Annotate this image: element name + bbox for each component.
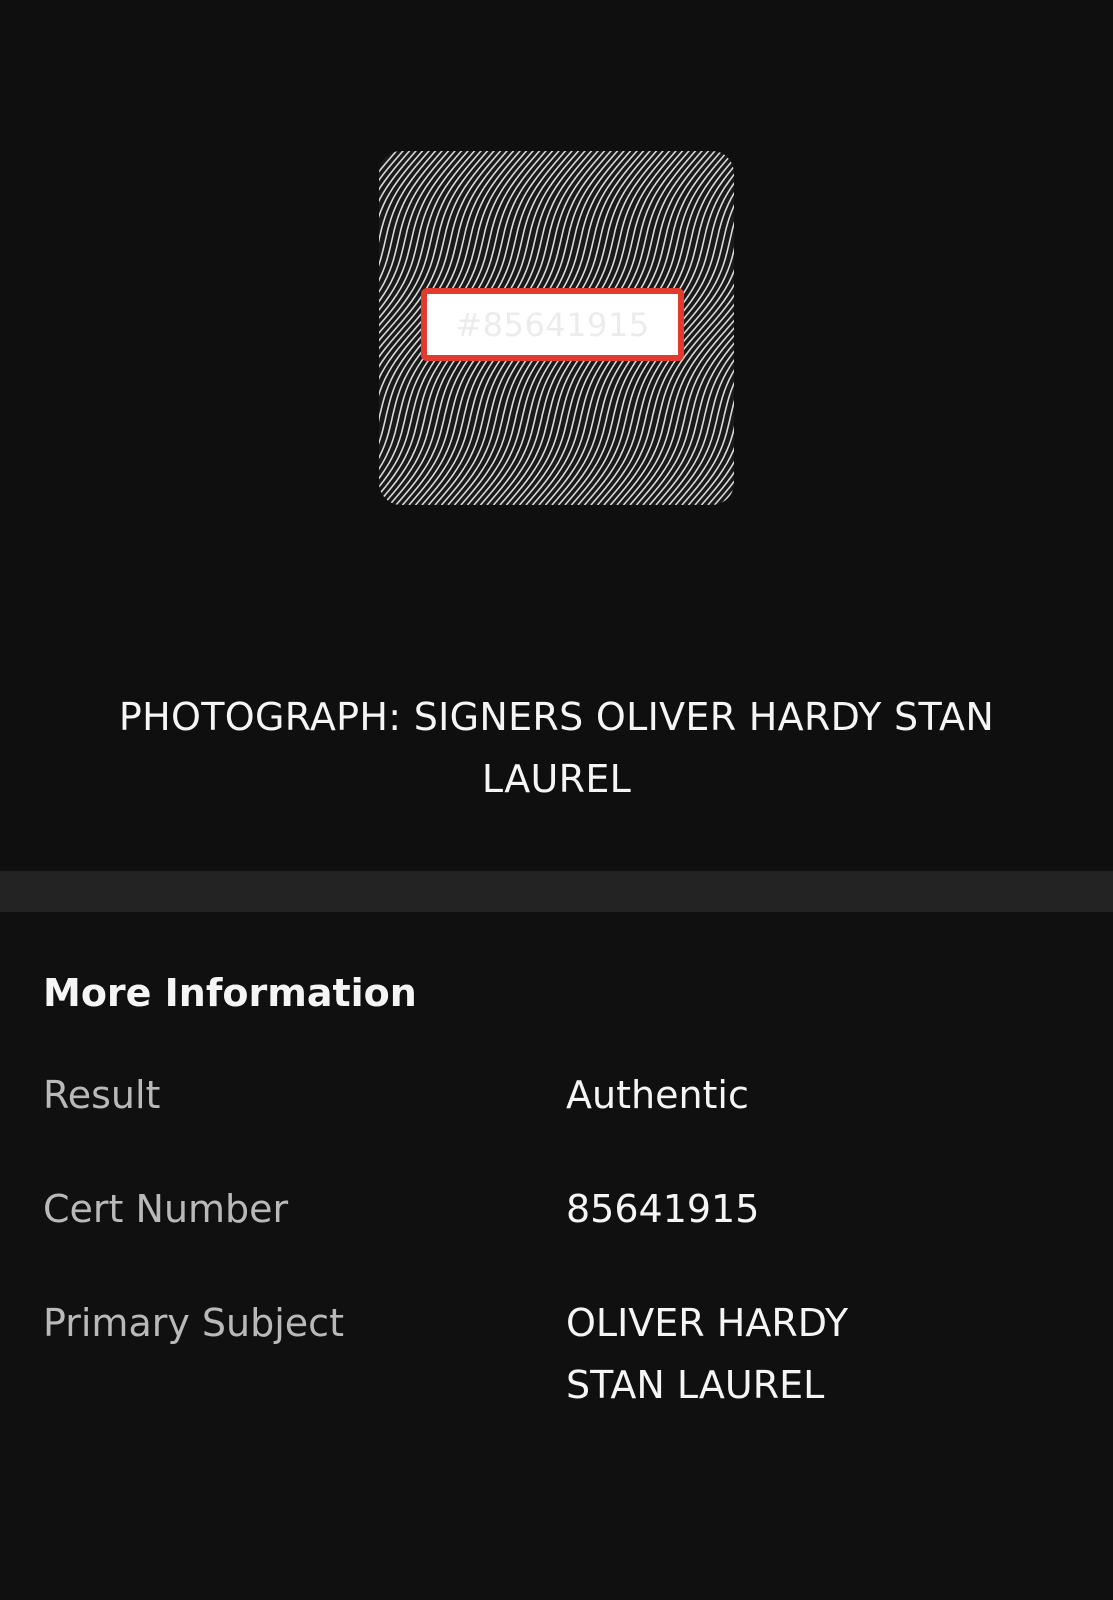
more-information-section: More Information Result Authentic Cert N… [0, 912, 1113, 1600]
info-label: Result [43, 1073, 161, 1117]
info-value-line: OLIVER HARDY [566, 1301, 849, 1345]
section-heading: More Information [43, 971, 417, 1015]
info-value-line: STAN LAUREL [566, 1363, 825, 1407]
info-value-line: 85641915 [566, 1187, 760, 1231]
info-value: 85641915 [566, 1178, 1066, 1240]
info-value-line: Authentic [566, 1073, 749, 1117]
info-label: Cert Number [43, 1187, 289, 1231]
section-divider [0, 871, 1113, 912]
item-title: PHOTOGRAPH: SIGNERS OLIVER HARDY STAN LA… [118, 695, 995, 801]
info-value: Authentic [566, 1064, 1066, 1126]
cert-number-label: #85641915 [421, 288, 684, 361]
info-label: Primary Subject [43, 1301, 344, 1345]
info-value: OLIVER HARDY STAN LAUREL [566, 1292, 1066, 1416]
certificate-image: #85641915 [379, 151, 734, 505]
certificate-header: #85641915 PHOTOGRAPH: SIGNERS OLIVER HAR… [0, 0, 1113, 870]
